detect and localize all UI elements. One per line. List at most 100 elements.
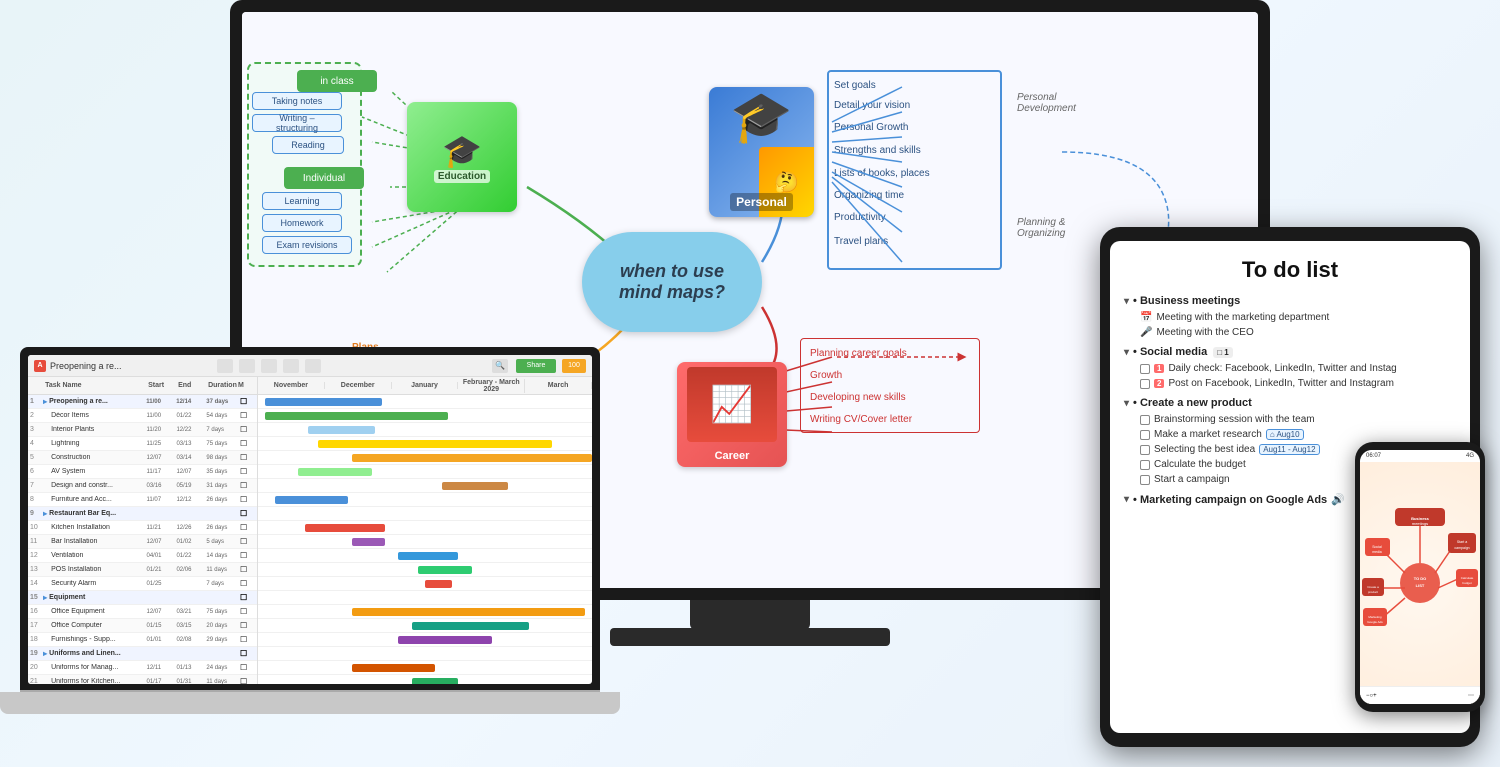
phone-mindmap-preview: TO DO LIST Business m [1360,462,1480,704]
bar-row-3 [258,423,592,437]
gantt-search-icon[interactable]: 🔍 [492,359,508,373]
gantt-row-3: 3 Interior Plants 11/2012/22 7 days☐ [28,423,257,437]
gantt-user-count: 100 [562,359,586,373]
phone-signal: 4G [1466,453,1474,459]
personal-label: Personal [730,193,793,211]
gantt-app-icon: A [34,360,46,372]
gantt-months-header: November December January February - Mar… [258,377,592,395]
gantt-row-4: 4 Lightning 11/2503/13 75 days☐ [28,437,257,451]
bar-row-7 [258,479,592,493]
checkbox-bestidea[interactable] [1140,445,1150,455]
phone-zoom-in[interactable]: + [1373,693,1377,699]
todo-section-business-header: ▾ • Business meetings [1124,295,1456,307]
gantt-row-9: 9 ▸Restaurant Bar Eq... ☐ [28,507,257,521]
gantt-app: A Preopening a re... 🔍 Share 100 [28,355,592,684]
phone-status-bar: 06:07 4G [1360,450,1480,462]
gantt-row-2: 2 Décor Items 11/0001/22 54 days☐ [28,409,257,423]
todo-budget-text: Calculate the budget [1154,459,1246,470]
checkbox-campaign[interactable] [1140,475,1150,485]
gantt-row-18: 18 Furnishings - Supp... 01/0102/08 29 d… [28,633,257,647]
todo-item-meeting2: 🎤 Meeting with the CEO [1124,325,1456,340]
gantt-row-21: 21 Uniforms for Kitchen... 01/1701/31 11… [28,675,257,684]
phone-content: TO DO LIST Business m [1360,462,1480,704]
todo-meeting1-text: Meeting with the marketing department [1156,312,1329,323]
bar-row-18 [258,633,592,647]
tablet-title: To do list [1124,257,1456,283]
gantt-row-13: 13 POS Installation 01/2102/06 11 days☐ [28,563,257,577]
gantt-btn-3[interactable] [261,359,277,373]
todo-section-social-label: • Social media [1133,346,1207,358]
svg-text:Google Ads: Google Ads [1367,620,1383,624]
mindmap-career-node: 📈 Career [677,362,787,467]
num-badge-2: 2 [1154,379,1164,388]
checkbox-budget[interactable] [1140,460,1150,470]
todo-item-daily: 1 Daily check: Facebook, LinkedIn, Twitt… [1124,361,1456,376]
gantt-row-15: 15 ▸Equipment ☐ [28,591,257,605]
planning-org-label: Planning &Organizing [1017,217,1065,239]
todo-arrow-3: ▾ [1124,398,1129,409]
gantt-row-17: 17 Office Computer 01/1503/15 20 days☐ [28,619,257,633]
gantt-row-19: 19 ▸Uniforms and Linen... ☐ [28,647,257,661]
checkbox-brainstorm[interactable] [1140,415,1150,425]
todo-bestidea-text: Selecting the best idea [1154,444,1255,455]
svg-text:Start a: Start a [1457,540,1467,544]
gantt-row-14: 14 Security Alarm 01/25 7 days☐ [28,577,257,591]
gantt-bars-area [258,395,592,684]
todo-campaign-text: Start a campaign [1154,474,1230,485]
todo-arrow-4: ▾ [1124,494,1129,505]
gantt-row-12: 12 Ventilation 04/0101/22 14 days☐ [28,549,257,563]
gantt-row-10: 10 Kitchen Installation 11/2112/26 26 da… [28,521,257,535]
svg-text:LIST: LIST [1416,583,1425,588]
bar-row-9 [258,507,592,521]
svg-text:Marketing: Marketing [1368,615,1382,619]
gantt-toolbar: A Preopening a re... 🔍 Share 100 [28,355,592,377]
svg-text:meetings: meetings [1412,521,1428,526]
svg-text:campaign: campaign [1454,546,1469,550]
personal-items-box [827,70,1002,270]
gantt-btn-2[interactable] [239,359,255,373]
gantt-row-11: 11 Bar Installation 12/0701/02 5 days☐ [28,535,257,549]
phone-more-icon[interactable]: ⋯ [1468,692,1474,699]
mindmap-education-node: 🎓 Education [407,102,517,212]
bar-row-5 [258,451,592,465]
mic-icon: 🎤 [1140,327,1152,338]
gantt-btn-1[interactable] [217,359,233,373]
laptop: A Preopening a re... 🔍 Share 100 [0,347,620,767]
todo-research-text: Make a market research [1154,429,1262,440]
svg-text:Social: Social [1372,545,1382,549]
todo-section-social-header: ▾ • Social media □ 1 [1124,346,1456,358]
share-button[interactable]: Share [516,359,556,373]
monitor-stand [690,600,810,630]
gantt-btn-5[interactable] [305,359,321,373]
month-mar: March [525,382,592,389]
bar-row-2 [258,409,592,423]
checkbox-post[interactable] [1140,379,1150,389]
svg-text:media: media [1372,550,1382,554]
bar-row-15 [258,591,592,605]
svg-text:TO DO: TO DO [1414,576,1427,581]
career-items-box [800,338,980,433]
monitor-base [610,628,890,646]
todo-section-business: ▾ • Business meetings 📅 Meeting with the… [1124,295,1456,340]
gantt-header: Task Name Start End Duration M [28,377,257,395]
bar-row-12 [258,549,592,563]
todo-arrow-1: ▾ [1124,296,1129,307]
todo-daily-text: Daily check: Facebook, LinkedIn, Twitter… [1168,363,1396,374]
education-label: Education [434,170,490,183]
calendar-icon: 📅 [1140,312,1152,323]
tag-aug1112: Aug11 - Aug12 [1259,444,1319,455]
gantt-right-panel: November December January February - Mar… [258,377,592,684]
mindmap-personal-node: 🎓 🤔 Personal [709,87,814,217]
phone-mindmap-svg: TO DO LIST Business m [1360,462,1480,704]
gantt-row-6: 6 AV System 11/1712/07 35 days☐ [28,465,257,479]
google-icon: 🔊 [1331,493,1345,506]
mindmap-reading-box: Reading [272,136,344,154]
laptop-screen: A Preopening a re... 🔍 Share 100 [28,355,592,684]
bar-row-16 [258,605,592,619]
gantt-row-20: 20 Uniforms for Manag... 12/1101/13 24 d… [28,661,257,675]
todo-section-product-header: ▾ • Create a new product [1124,397,1456,409]
gantt-btn-4[interactable] [283,359,299,373]
checkbox-daily[interactable] [1140,364,1150,374]
mindmap-central-node: when to usemind maps? [582,232,762,332]
checkbox-research[interactable] [1140,430,1150,440]
